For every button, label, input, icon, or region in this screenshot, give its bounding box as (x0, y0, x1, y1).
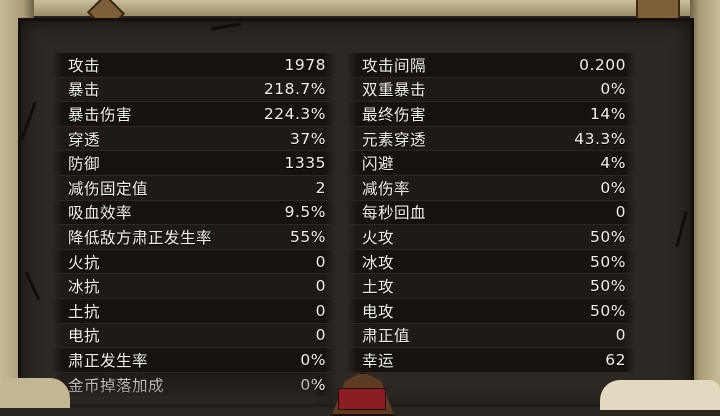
stat-value: 0 (315, 326, 326, 345)
stat-row-fire-attack: 火攻 50% (346, 224, 636, 249)
stat-label: 穿透 (68, 130, 101, 149)
stat-label: 火抗 (68, 253, 101, 272)
stat-value: 50% (590, 301, 626, 320)
stat-row-fire-resist: 火抗 0 (52, 248, 336, 274)
stat-value: 62 (605, 350, 626, 369)
stat-label: 攻击 (68, 56, 101, 75)
stat-label: 闪避 (362, 155, 395, 174)
stat-row-electric-attack: 电攻 50% (346, 297, 636, 323)
stat-label: 肃正值 (362, 327, 411, 346)
stat-row-ice-resist: 冰抗 0 (52, 273, 336, 298)
stat-value: 0% (600, 80, 626, 99)
stat-label: 冰攻 (362, 253, 395, 272)
parchment-border-right (690, 0, 720, 404)
stat-label: 最终伤害 (362, 105, 427, 124)
stat-label: 攻击间隔 (362, 56, 427, 75)
stat-label: 肃正发生率 (68, 351, 149, 370)
stat-row-earth-resist: 土抗 0 (52, 297, 336, 323)
stat-value: 37% (290, 129, 326, 148)
stat-row-crit: 暴击 218.7% (52, 76, 336, 102)
stat-row-gold-drop-bonus: 金币掉落加成 0% (52, 371, 336, 397)
stat-row-final-damage: 最终伤害 14% (346, 101, 636, 126)
stat-row-penetration: 穿透 37% (52, 125, 336, 151)
stat-value: 50% (590, 227, 626, 246)
panel-crack (210, 22, 242, 31)
stat-value: 2 (315, 178, 326, 197)
parchment-corner-right (600, 380, 720, 410)
stat-label: 减伤固定值 (68, 179, 149, 198)
stat-label: 元素穿透 (362, 130, 427, 149)
stat-value: 0.200 (579, 55, 626, 74)
stat-row-crit-damage: 暴击伤害 224.3% (52, 101, 336, 126)
stat-label: 暴击 (68, 81, 101, 100)
stat-label: 双重暴击 (362, 81, 427, 100)
ruby-gem-icon (338, 388, 386, 410)
stat-label: 幸运 (362, 351, 395, 370)
stat-row-damage-reduction-rate: 减伤率 0% (346, 174, 636, 200)
stat-value: 4% (600, 154, 626, 173)
stat-row-purge-value: 肃正值 0 (346, 322, 636, 348)
stat-value: 0% (300, 375, 326, 394)
stat-label: 暴击伤害 (68, 105, 133, 124)
stats-column-right: 攻击间隔 0.200 双重暴击 0% 最终伤害 14% 元素穿透 43.3% 闪… (346, 52, 636, 372)
stat-row-elemental-penetration: 元素穿透 43.3% (346, 125, 636, 151)
stats-column-left: 攻击 1978 暴击 218.7% 暴击伤害 224.3% 穿透 37% 防御 … (52, 52, 336, 397)
stat-value: 0 (315, 252, 326, 271)
stat-label: 土攻 (362, 278, 395, 297)
stat-label: 冰抗 (68, 278, 101, 297)
stat-row-dodge: 闪避 4% (346, 150, 636, 175)
stat-row-purge-rate: 肃正发生率 0% (52, 347, 336, 372)
stat-value: 50% (590, 277, 626, 296)
stat-row-double-crit: 双重暴击 0% (346, 76, 636, 102)
panel-crack (20, 101, 37, 141)
stat-row-attack: 攻击 1978 (52, 52, 336, 77)
panel-crack (675, 211, 688, 247)
stat-label: 降低敌方肃正发生率 (68, 228, 213, 247)
stat-label: 防御 (68, 155, 101, 174)
stat-row-flat-reduction: 减伤固定值 2 (52, 174, 336, 200)
panel-crack (24, 271, 41, 301)
stat-value: 218.7% (263, 80, 326, 99)
stat-row-luck: 幸运 62 (346, 347, 636, 372)
stat-label: 每秒回血 (362, 204, 427, 223)
stat-row-defense: 防御 1335 (52, 150, 336, 175)
stat-value: 224.3% (263, 104, 326, 123)
stat-value: 43.3% (574, 129, 626, 148)
stat-value: 14% (590, 104, 626, 123)
stat-value: 0 (615, 326, 626, 345)
stat-label: 火攻 (362, 228, 395, 247)
stat-row-lifesteal: 吸血效率 9.5% (52, 199, 336, 225)
stat-label: 土抗 (68, 302, 101, 321)
stat-label: 吸血效率 (68, 204, 133, 223)
stat-value: 50% (590, 252, 626, 271)
stat-value: 0 (315, 277, 326, 296)
stat-row-earth-attack: 土攻 50% (346, 273, 636, 298)
stat-label: 减伤率 (362, 179, 411, 198)
stat-row-ice-attack: 冰攻 50% (346, 248, 636, 274)
stat-value: 0 (315, 301, 326, 320)
stat-label: 电攻 (362, 302, 395, 321)
stat-row-hp-regen: 每秒回血 0 (346, 199, 636, 225)
stat-value: 9.5% (284, 203, 326, 222)
stat-value: 0% (300, 350, 326, 369)
stat-value: 1978 (284, 55, 326, 74)
stat-row-enemy-purge-reduction: 降低敌方肃正发生率 55% (52, 224, 336, 249)
stat-value: 1335 (284, 154, 326, 173)
stat-row-attack-interval: 攻击间隔 0.200 (346, 52, 636, 77)
stat-label: 金币掉落加成 (68, 376, 165, 395)
stat-value: 0% (600, 178, 626, 197)
stat-row-electric-resist: 电抗 0 (52, 322, 336, 348)
stat-value: 0 (615, 203, 626, 222)
stat-value: 55% (290, 227, 326, 246)
stat-label: 电抗 (68, 327, 101, 346)
